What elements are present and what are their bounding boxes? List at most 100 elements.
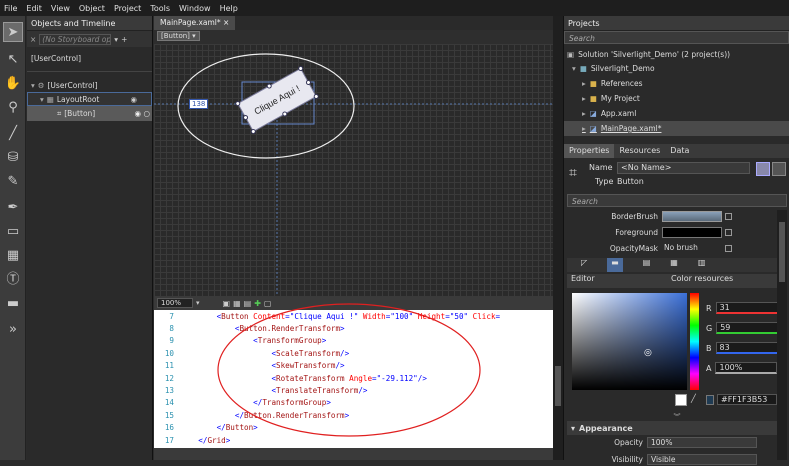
root-scope[interactable]: [UserControl] <box>27 51 152 65</box>
breadcrumb[interactable]: [Button] ▾ <box>157 31 200 41</box>
expand-icon[interactable]: ▸ <box>582 109 586 118</box>
gradient-brush-icon[interactable]: ▤ <box>643 258 651 272</box>
storyboard-dropdown-icon[interactable]: ▾ <box>114 35 118 44</box>
menu-window[interactable]: Window <box>179 4 211 13</box>
properties-mode-icon[interactable] <box>756 162 770 176</box>
brush-swatch[interactable] <box>662 227 722 238</box>
objects-panel-header: Objects and Timeline <box>27 16 152 31</box>
menu-view[interactable]: View <box>51 4 70 13</box>
expand-icon[interactable]: ▸ <box>582 94 586 103</box>
close-tab-icon[interactable]: × <box>223 18 229 27</box>
tab-mainpage[interactable]: MainPage.xaml* × <box>154 16 236 30</box>
eyedropper-tool-icon[interactable]: ╱ <box>3 124 23 144</box>
brush-transform-tool-icon[interactable]: ✎ <box>3 172 23 192</box>
project-item[interactable]: ▾ ■ Silverlight_Demo <box>564 61 789 76</box>
pen-tool-icon[interactable]: ✒ <box>3 198 23 218</box>
brush-row[interactable]: OpacityMask No brush <box>567 242 773 255</box>
visibility-eye-icon[interactable]: ◉ <box>130 95 137 104</box>
breadcrumb-bar: [Button] ▾ <box>154 30 553 44</box>
solution-node[interactable]: ▣ Solution 'Silverlight_Demo' (2 project… <box>564 47 789 61</box>
channel-field[interactable]: 59 <box>716 322 779 334</box>
color-tabs: Editor Color resources <box>567 274 787 288</box>
xaml-file-icon: ◪ <box>589 109 597 118</box>
brush-resources-icon[interactable]: ▥ <box>698 258 706 272</box>
brush-swatch[interactable] <box>662 211 722 222</box>
color-field[interactable]: ◎ <box>572 293 687 390</box>
project-item[interactable]: ▸ ◪ MainPage.xaml* <box>564 121 789 136</box>
menu-file[interactable]: File <box>4 4 17 13</box>
menu-bar: File Edit View Object Project Tools Window Help <box>0 0 789 16</box>
control-tool-icon[interactable]: ▬ <box>3 294 23 314</box>
asset-library-icon[interactable]: » <box>3 320 23 340</box>
collapse-icon[interactable]: ▾ <box>31 81 35 90</box>
tree-item-usercontrol[interactable]: ▾ ⚙ [UserControl] <box>27 78 152 92</box>
visibility-eye-icon[interactable]: ◉ ○ <box>135 109 150 118</box>
storyboard-picker[interactable]: (No Storyboard open) <box>39 33 112 45</box>
zoom-dropdown-icon[interactable]: ▾ <box>196 299 200 307</box>
events-mode-icon[interactable] <box>772 162 786 176</box>
tab-data[interactable]: Data <box>665 144 694 158</box>
text-tool-icon[interactable]: Ⓣ <box>3 270 23 290</box>
hue-slider[interactable] <box>690 293 699 390</box>
menu-edit[interactable]: Edit <box>26 4 42 13</box>
menu-project[interactable]: Project <box>114 4 141 13</box>
project-item[interactable]: ▸ ■ My Project <box>564 91 789 106</box>
paint-bucket-tool-icon[interactable]: ⛁ <box>3 148 23 168</box>
tree-item-layoutroot[interactable]: ▾ ▦ LayoutRoot ◉ <box>27 92 152 106</box>
expand-icon[interactable]: ▸ <box>582 79 586 88</box>
advanced-options-icon[interactable] <box>725 245 732 252</box>
channel-field[interactable]: 100% <box>715 362 778 374</box>
direct-select-tool-icon[interactable]: ↖ <box>3 50 23 70</box>
initial-color-swatch[interactable] <box>675 394 687 406</box>
expand-chevron-icon[interactable]: ︾ <box>564 412 789 421</box>
eyedropper-icon[interactable]: ╱ <box>691 394 696 403</box>
tab-resources[interactable]: Resources <box>614 144 665 158</box>
solid-brush-icon[interactable]: ▬ <box>607 258 623 272</box>
name-field[interactable]: <No Name> <box>617 162 750 174</box>
tab-color-resources[interactable]: Color resources <box>667 274 737 288</box>
scrollbar-thumb[interactable] <box>779 222 785 282</box>
opacity-field[interactable]: 100% <box>647 437 757 448</box>
menu-help[interactable]: Help <box>220 4 238 13</box>
zoom-tool-icon[interactable]: ⚲ <box>3 98 23 118</box>
line-number: 16 <box>164 423 174 433</box>
pan-tool-icon[interactable]: ✋ <box>3 74 23 94</box>
new-storyboard-icon[interactable]: + <box>121 35 127 44</box>
advanced-options-icon[interactable] <box>725 213 732 220</box>
expand-icon[interactable]: ▸ <box>582 124 586 133</box>
selection-tool-icon[interactable]: ➤ <box>3 22 23 42</box>
channel-field[interactable]: 83 <box>715 342 778 354</box>
collapse-icon[interactable]: ▾ <box>572 64 576 73</box>
channel-field[interactable]: 31 <box>715 302 778 314</box>
tree-item-button[interactable]: ⌗ [Button] ◉ ○ <box>27 106 152 121</box>
collapse-icon[interactable]: ▾ <box>571 424 575 433</box>
close-storyboard-icon[interactable]: × <box>30 35 36 44</box>
editor-horizontal-scrollbar[interactable] <box>154 448 553 460</box>
project-item[interactable]: ▸ ◪ App.xaml <box>564 106 789 121</box>
brush-row[interactable]: Foreground <box>567 226 773 239</box>
splitter[interactable] <box>553 16 563 460</box>
zoom-field[interactable]: 100% <box>157 298 193 308</box>
xaml-file-icon: ◪ <box>589 124 597 133</box>
brush-row[interactable]: BorderBrush <box>567 210 773 223</box>
menu-tools[interactable]: Tools <box>150 4 170 13</box>
projects-search[interactable]: Search <box>564 31 789 44</box>
design-surface[interactable]: Clique Aqui ! 138 <box>154 44 553 296</box>
properties-search[interactable]: Search <box>567 194 787 207</box>
rectangle-tool-icon[interactable]: ▭ <box>3 222 23 242</box>
collapse-icon[interactable]: ▾ <box>40 95 44 104</box>
advanced-options-icon[interactable] <box>725 229 732 236</box>
tab-properties[interactable]: Properties <box>564 144 615 158</box>
project-item[interactable]: ▸ ■ References <box>564 76 789 91</box>
properties-scrollbar[interactable] <box>777 210 787 460</box>
layout-panel-tool-icon[interactable]: ▦ <box>3 246 23 266</box>
no-brush-icon[interactable]: ◸ <box>581 258 587 272</box>
folder-icon: ■ <box>589 79 597 88</box>
tile-brush-icon[interactable]: ▦ <box>670 258 678 272</box>
vertical-scrollbar-thumb[interactable] <box>555 366 561 406</box>
appearance-header[interactable]: ▾ Appearance <box>567 421 787 435</box>
hex-field[interactable]: #FF1F3B53 <box>717 394 777 405</box>
brush-swatch[interactable]: No brush <box>662 243 722 254</box>
menu-object[interactable]: Object <box>79 4 105 13</box>
tab-editor[interactable]: Editor <box>567 274 667 288</box>
